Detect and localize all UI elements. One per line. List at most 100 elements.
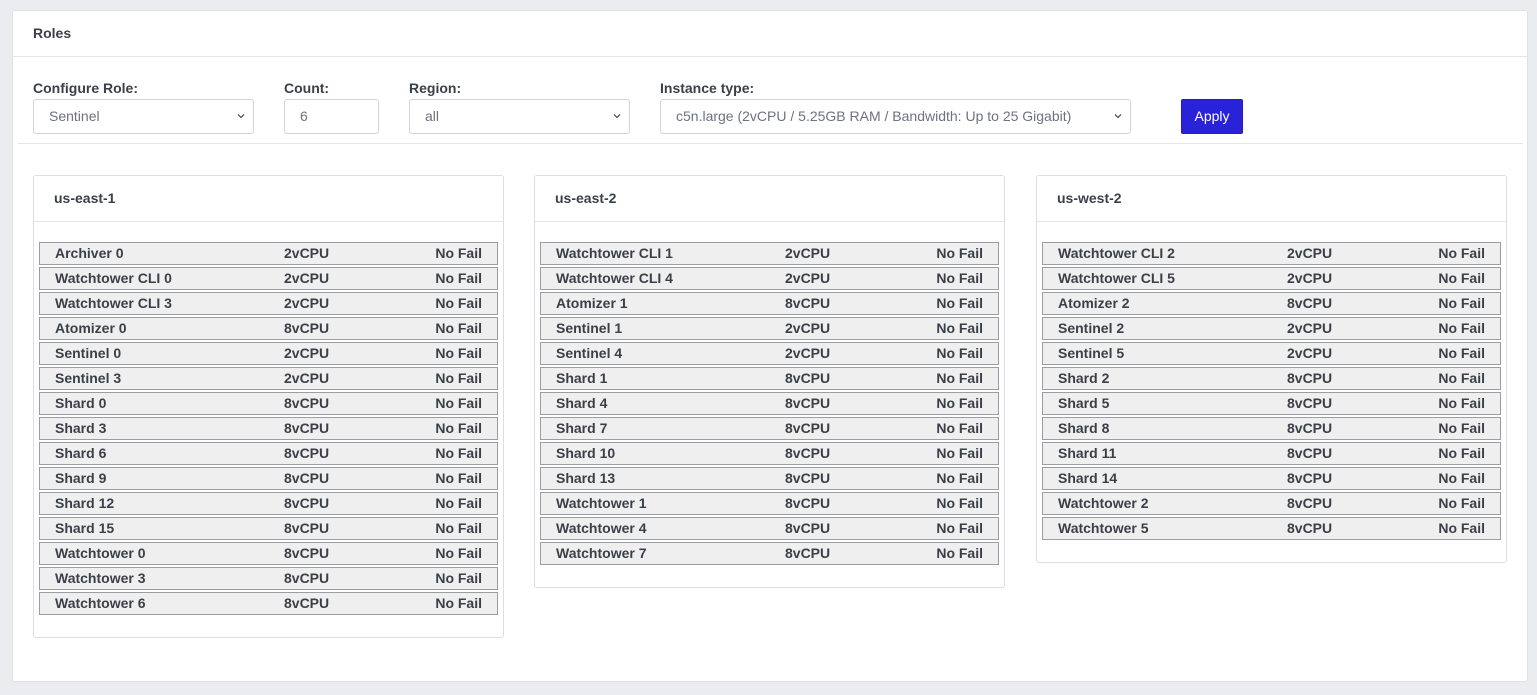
role-row[interactable]: Watchtower CLI 2 2vCPU No Fail	[1042, 242, 1501, 265]
role-status: No Fail	[435, 370, 482, 386]
role-row[interactable]: Watchtower 3 8vCPU No Fail	[39, 567, 498, 590]
role-row[interactable]: Watchtower 4 8vCPU No Fail	[540, 517, 999, 540]
role-row[interactable]: Watchtower CLI 0 2vCPU No Fail	[39, 267, 498, 290]
role-status: No Fail	[435, 295, 482, 311]
role-status: No Fail	[435, 245, 482, 261]
role-status: No Fail	[435, 545, 482, 561]
role-row[interactable]: Archiver 0 2vCPU No Fail	[39, 242, 498, 265]
role-name: Shard 2	[1058, 370, 1110, 386]
role-name: Watchtower CLI 2	[1058, 245, 1175, 261]
role-row[interactable]: Shard 12 8vCPU No Fail	[39, 492, 498, 515]
role-row[interactable]: Atomizer 2 8vCPU No Fail	[1042, 292, 1501, 315]
role-status: No Fail	[435, 595, 482, 611]
role-status: No Fail	[1438, 320, 1485, 336]
role-name: Watchtower 1	[556, 495, 647, 511]
role-row[interactable]: Shard 10 8vCPU No Fail	[540, 442, 999, 465]
role-cpu: 8vCPU	[1287, 520, 1333, 536]
role-name: Shard 0	[55, 395, 107, 411]
role-row[interactable]: Watchtower 7 8vCPU No Fail	[540, 542, 999, 565]
role-row[interactable]: Watchtower CLI 4 2vCPU No Fail	[540, 267, 999, 290]
role-row[interactable]: Shard 1 8vCPU No Fail	[540, 367, 999, 390]
role-row[interactable]: Shard 0 8vCPU No Fail	[39, 392, 498, 415]
role-row[interactable]: Sentinel 4 2vCPU No Fail	[540, 342, 999, 365]
card-title: Roles	[13, 11, 1527, 57]
role-name: Atomizer 1	[556, 295, 628, 311]
role-row[interactable]: Shard 3 8vCPU No Fail	[39, 417, 498, 440]
role-row[interactable]: Atomizer 1 8vCPU No Fail	[540, 292, 999, 315]
role-row[interactable]: Shard 8 8vCPU No Fail	[1042, 417, 1501, 440]
role-name: Sentinel 3	[55, 370, 122, 386]
role-row[interactable]: Watchtower 1 8vCPU No Fail	[540, 492, 999, 515]
role-row[interactable]: Sentinel 5 2vCPU No Fail	[1042, 342, 1501, 365]
role-name: Shard 13	[556, 470, 616, 486]
role-status: No Fail	[936, 495, 983, 511]
role-name: Watchtower CLI 5	[1058, 270, 1175, 286]
instance-type-select-value: c5n.large (2vCPU / 5.25GB RAM / Bandwidt…	[676, 108, 1072, 124]
role-cpu: 8vCPU	[1287, 370, 1333, 386]
role-cpu: 8vCPU	[1287, 395, 1333, 411]
role-status: No Fail	[1438, 395, 1485, 411]
role-row[interactable]: Shard 7 8vCPU No Fail	[540, 417, 999, 440]
region-select[interactable]: all	[409, 99, 630, 134]
count-input[interactable]: 6	[284, 99, 379, 134]
role-status: No Fail	[1438, 245, 1485, 261]
role-name: Sentinel 1	[556, 320, 623, 336]
instance-type-select[interactable]: c5n.large (2vCPU / 5.25GB RAM / Bandwidt…	[660, 99, 1131, 134]
apply-button[interactable]: Apply	[1181, 99, 1243, 134]
role-cpu: 8vCPU	[1287, 420, 1333, 436]
role-cpu: 2vCPU	[284, 345, 330, 361]
role-name: Shard 6	[55, 445, 107, 461]
role-row[interactable]: Shard 15 8vCPU No Fail	[39, 517, 498, 540]
role-row[interactable]: Watchtower 5 8vCPU No Fail	[1042, 517, 1501, 540]
role-cpu: 8vCPU	[1287, 470, 1333, 486]
role-cpu: 8vCPU	[1287, 445, 1333, 461]
role-row[interactable]: Shard 13 8vCPU No Fail	[540, 467, 999, 490]
role-row[interactable]: Shard 11 8vCPU No Fail	[1042, 442, 1501, 465]
role-row[interactable]: Watchtower CLI 3 2vCPU No Fail	[39, 292, 498, 315]
role-row[interactable]: Shard 2 8vCPU No Fail	[1042, 367, 1501, 390]
role-name: Shard 3	[55, 420, 107, 436]
role-name: Atomizer 0	[55, 320, 127, 336]
role-row[interactable]: Shard 9 8vCPU No Fail	[39, 467, 498, 490]
role-row[interactable]: Sentinel 0 2vCPU No Fail	[39, 342, 498, 365]
role-row[interactable]: Shard 14 8vCPU No Fail	[1042, 467, 1501, 490]
role-row[interactable]: Watchtower 2 8vCPU No Fail	[1042, 492, 1501, 515]
role-row[interactable]: Shard 4 8vCPU No Fail	[540, 392, 999, 415]
role-row[interactable]: Watchtower 0 8vCPU No Fail	[39, 542, 498, 565]
role-name: Shard 8	[1058, 420, 1110, 436]
role-name: Shard 12	[55, 495, 115, 511]
region-field: Region: all	[409, 79, 630, 134]
divider	[18, 143, 1523, 144]
role-row[interactable]: Shard 6 8vCPU No Fail	[39, 442, 498, 465]
role-select[interactable]: Sentinel	[33, 99, 254, 134]
role-name: Watchtower 4	[556, 520, 647, 536]
role-cpu: 8vCPU	[284, 545, 330, 561]
role-cpu: 2vCPU	[785, 345, 831, 361]
role-row[interactable]: Sentinel 3 2vCPU No Fail	[39, 367, 498, 390]
role-row[interactable]: Watchtower CLI 5 2vCPU No Fail	[1042, 267, 1501, 290]
role-status: No Fail	[435, 570, 482, 586]
role-name: Shard 5	[1058, 395, 1110, 411]
role-row[interactable]: Atomizer 0 8vCPU No Fail	[39, 317, 498, 340]
role-row[interactable]: Watchtower CLI 1 2vCPU No Fail	[540, 242, 999, 265]
role-cpu: 8vCPU	[284, 470, 330, 486]
role-row[interactable]: Shard 5 8vCPU No Fail	[1042, 392, 1501, 415]
role-status: No Fail	[1438, 470, 1485, 486]
role-status: No Fail	[435, 320, 482, 336]
role-name: Atomizer 2	[1058, 295, 1130, 311]
role-row[interactable]: Sentinel 2 2vCPU No Fail	[1042, 317, 1501, 340]
role-list: Watchtower CLI 1 2vCPU No Fail Watchtower C…	[535, 222, 1004, 587]
role-status: No Fail	[936, 520, 983, 536]
role-cpu: 8vCPU	[785, 395, 831, 411]
role-status: No Fail	[936, 470, 983, 486]
role-cpu: 8vCPU	[284, 445, 330, 461]
role-list: Watchtower CLI 2 2vCPU No Fail Watchtower C…	[1037, 222, 1506, 562]
role-status: No Fail	[936, 545, 983, 561]
role-cpu: 2vCPU	[785, 270, 831, 286]
role-field: Configure Role: Sentinel	[33, 79, 254, 134]
role-row[interactable]: Sentinel 1 2vCPU No Fail	[540, 317, 999, 340]
role-row[interactable]: Watchtower 6 8vCPU No Fail	[39, 592, 498, 615]
role-name: Shard 11	[1058, 445, 1117, 461]
